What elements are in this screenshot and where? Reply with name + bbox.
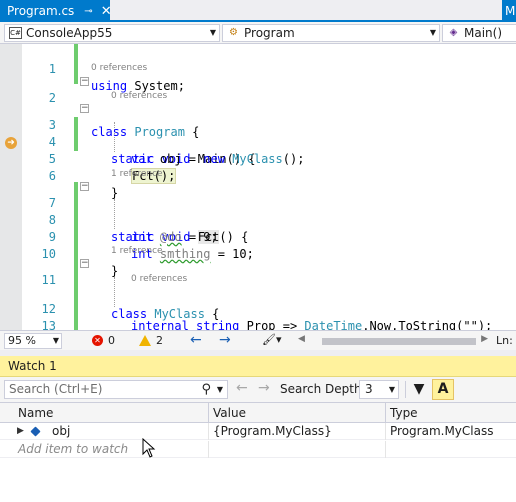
zoom-level: 95 %: [8, 334, 36, 347]
document-tab-strip: Program.cs ⊸ ✕ M: [0, 0, 516, 22]
close-tab-icon[interactable]: ✕: [101, 4, 112, 19]
scroll-right-icon[interactable]: ▶: [481, 334, 488, 344]
collapse-icon[interactable]: −: [80, 77, 89, 86]
watch-grid: Name Value Type ▶ obj {Program.MyClass} …: [0, 402, 516, 502]
filter-icon[interactable]: ▼: [410, 380, 428, 399]
add-item-hint[interactable]: Add item to watch: [14, 441, 209, 458]
chevron-down-icon: ▼: [429, 28, 436, 37]
method-icon: ◈: [449, 27, 458, 38]
search-next-icon[interactable]: →: [258, 380, 270, 396]
search-placeholder: Search (Ctrl+E): [9, 382, 103, 396]
empty-cell: [209, 441, 386, 458]
mouse-cursor-icon: [142, 438, 156, 458]
column-type[interactable]: Type: [386, 403, 516, 423]
watch-toolbar: Search (Ctrl+E) ⚲ ▼ ← → Search Depth: 3 …: [0, 377, 516, 402]
search-depth-label: Search Depth:: [280, 382, 366, 396]
member-label: Main(): [464, 26, 503, 40]
code-line: 3 − static void Main() {: [0, 100, 516, 167]
type-dropdown[interactable]: ⚙ Program ▼: [222, 24, 440, 42]
watch-row[interactable]: ▶ obj {Program.MyClass} Program.MyClass: [0, 423, 516, 440]
watch-row-value[interactable]: {Program.MyClass}: [209, 423, 386, 440]
type-label: Program: [244, 26, 295, 40]
warning-count-value: 2: [156, 334, 163, 347]
pin-icon[interactable]: ⊸: [84, 6, 92, 17]
warning-icon: [139, 335, 151, 346]
code-line: 12 internal string Prop => DateTime.Now.…: [0, 284, 516, 330]
expand-icon[interactable]: ▶: [17, 423, 24, 440]
watch-grid-header: Name Value Type: [0, 402, 516, 423]
column-value[interactable]: Value: [209, 403, 386, 423]
code-line: 1 using System;: [0, 44, 516, 93]
code-line: 9 int smthing = 10;: [0, 212, 516, 261]
scroll-left-icon[interactable]: ◀: [298, 334, 305, 344]
search-depth-dropdown[interactable]: 3 ▼: [359, 380, 399, 399]
collapse-icon[interactable]: −: [80, 182, 89, 191]
error-icon: ✕: [92, 335, 103, 346]
navigate-back-icon[interactable]: ←: [190, 332, 202, 348]
chevron-down-icon: ▼: [209, 28, 216, 37]
collapse-icon[interactable]: −: [80, 259, 89, 268]
csharp-project-icon: C#: [9, 27, 22, 39]
member-dropdown[interactable]: ◈ Main(): [442, 24, 516, 42]
line-indicator: Ln:: [496, 334, 513, 347]
code-line: 2 − class Program {: [0, 73, 516, 140]
horizontal-scrollbar[interactable]: ◀ ▶: [298, 334, 488, 347]
search-icon[interactable]: ⚲: [201, 381, 211, 398]
code-line: 8 int @do = 9;: [0, 195, 516, 244]
editor-status-bar: 95 % ▼ ✕ 0 2 ← → 🖌▾ ◀ ▶ Ln:: [0, 330, 516, 350]
watch-row-name[interactable]: obj: [48, 423, 209, 440]
tab-program-cs[interactable]: Program.cs ⊸ ✕: [0, 0, 112, 22]
project-label: ConsoleApp55: [26, 26, 113, 40]
chevron-down-icon[interactable]: ▼: [217, 381, 223, 398]
tab-label: Program.cs: [7, 4, 75, 18]
code-line: 10 }: [0, 229, 516, 278]
tab-other[interactable]: M: [502, 0, 516, 22]
code-line: 11 − class MyClass {: [0, 255, 516, 322]
search-input[interactable]: Search (Ctrl+E) ⚲ ▼: [4, 380, 228, 399]
code-line: 14 }: [0, 316, 516, 330]
chevron-down-icon: ▼: [52, 336, 59, 345]
search-previous-icon[interactable]: ←: [236, 380, 248, 396]
collapse-icon[interactable]: −: [80, 104, 89, 113]
add-watch-row[interactable]: Add item to watch: [0, 441, 516, 458]
toolbar-separator: [405, 381, 406, 398]
chevron-down-icon: ▼: [388, 385, 395, 394]
scrollbar-thumb[interactable]: [322, 338, 476, 345]
warning-count[interactable]: 2: [139, 334, 163, 347]
class-icon: ⚙: [229, 27, 238, 38]
code-editor[interactable]: ➜ 1 using System; 0 references 2 − class…: [0, 44, 516, 330]
watch-window-title[interactable]: Watch 1: [0, 356, 516, 377]
column-name[interactable]: Name: [0, 403, 209, 423]
variable-icon: [30, 426, 41, 437]
navigation-bar: C# ConsoleApp55 ▼ ⚙ Program ▼ ◈ Main(): [0, 22, 516, 44]
code-line-current: 5 Fct();: [0, 134, 516, 184]
zoom-dropdown[interactable]: 95 % ▼: [4, 333, 62, 349]
watch-row-type: Program.MyClass: [390, 424, 494, 438]
error-count[interactable]: ✕ 0: [92, 334, 115, 347]
navigate-forward-icon[interactable]: →: [219, 332, 231, 348]
hex-display-button[interactable]: A: [432, 379, 454, 400]
code-cleanup-icon[interactable]: 🖌▾: [262, 333, 282, 346]
project-dropdown[interactable]: C# ConsoleApp55 ▼: [4, 24, 220, 42]
code-line: 4 var obj = new MyClass();: [0, 117, 516, 166]
search-depth-value: 3: [365, 382, 373, 396]
code-line: 6 }: [0, 151, 516, 200]
code-line: 7 − static void Fct() {: [0, 178, 516, 244]
error-count-value: 0: [108, 334, 115, 347]
